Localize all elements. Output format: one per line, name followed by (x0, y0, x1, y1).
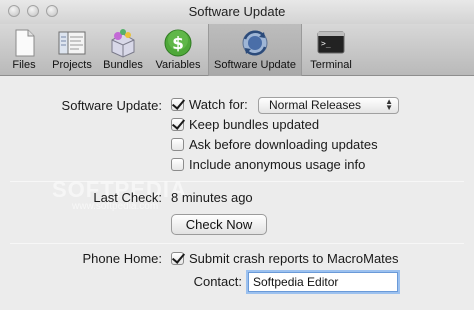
section-divider (10, 243, 464, 244)
toolbar-item-projects[interactable]: Projects (46, 24, 98, 76)
keep-bundles-checkbox[interactable] (171, 118, 184, 131)
toolbar-item-bundles[interactable]: Bundles (100, 24, 146, 76)
submit-crash-reports-checkbox[interactable] (171, 252, 184, 265)
dollar-icon: $ (163, 28, 193, 58)
popup-arrows-icon: ▲ ▼ (385, 97, 393, 112)
svg-text:>_: >_ (321, 39, 331, 48)
toolbar-label-software-update: Software Update (214, 59, 296, 71)
toolbar-label-terminal: Terminal (310, 59, 352, 71)
toolbar-label-variables: Variables (155, 59, 201, 71)
projects-icon (57, 28, 87, 58)
ask-before-download-checkbox[interactable] (171, 138, 184, 151)
preferences-toolbar: Files Projects Bundles $ Variables Softw… (0, 24, 474, 76)
last-check-label: Last Check: (93, 190, 162, 205)
watch-for-label: Watch for: (189, 97, 248, 112)
bundles-icon (108, 28, 138, 58)
toolbar-label-projects: Projects (52, 59, 92, 71)
software-update-pane: Software Update: Watch for: Normal Relea… (0, 77, 474, 310)
file-icon (9, 28, 39, 58)
toolbar-label-bundles: Bundles (103, 59, 143, 71)
toolbar-label-files: Files (12, 59, 36, 71)
ask-before-download-label: Ask before downloading updates (189, 137, 378, 152)
software-update-icon (240, 28, 270, 58)
watch-for-checkbox[interactable] (171, 98, 184, 111)
submit-crash-reports-label: Submit crash reports to MacroMates (189, 251, 399, 266)
terminal-icon: >_ (316, 28, 346, 58)
toolbar-item-terminal[interactable]: >_ Terminal (304, 24, 358, 76)
anonymous-usage-checkbox[interactable] (171, 158, 184, 171)
software-update-label: Software Update: (61, 98, 162, 113)
contact-field[interactable]: Softpedia Editor (248, 272, 398, 292)
check-now-button[interactable]: Check Now (171, 214, 267, 235)
toolbar-item-software-update[interactable]: Software Update (208, 24, 302, 76)
anonymous-usage-label: Include anonymous usage info (189, 157, 366, 172)
preferences-window: Software Update Files Projects Bundles $… (0, 0, 474, 310)
last-check-value: 8 minutes ago (171, 190, 253, 205)
toolbar-item-variables[interactable]: $ Variables (150, 24, 206, 76)
contact-label: Contact: (193, 274, 242, 289)
window-title: Software Update (188, 4, 286, 19)
phone-home-label: Phone Home: (82, 251, 163, 266)
toolbar-item-files[interactable]: Files (6, 24, 42, 76)
keep-bundles-label: Keep bundles updated (189, 117, 320, 132)
release-type-popup[interactable]: Normal Releases ▲ ▼ (258, 97, 399, 114)
svg-text:$: $ (172, 34, 184, 54)
release-type-value: Normal Releases (269, 98, 362, 112)
title-bar: Software Update (0, 0, 474, 24)
